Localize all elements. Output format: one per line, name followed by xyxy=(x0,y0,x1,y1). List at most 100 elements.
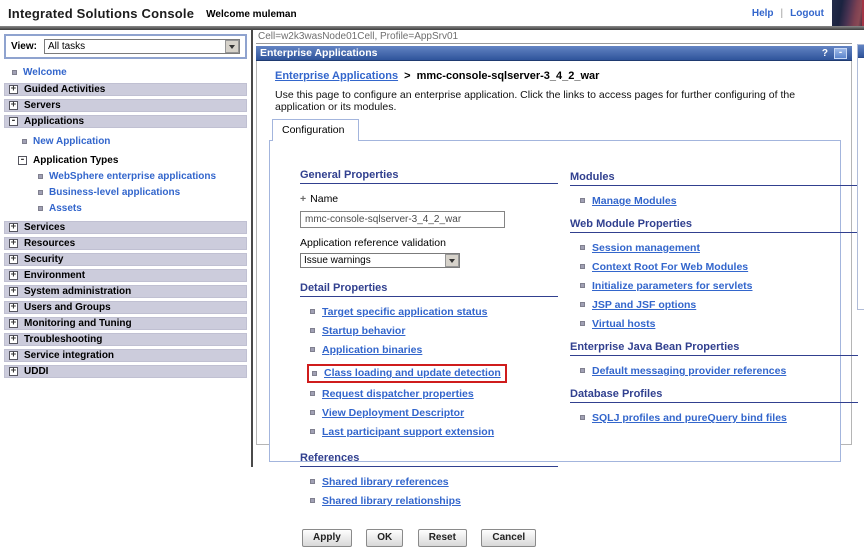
collapse-icon[interactable]: - xyxy=(18,156,27,165)
sidebar-section-services[interactable]: + Services xyxy=(4,221,247,234)
square-bullet-icon xyxy=(310,328,315,333)
sqlj-profiles-and-purequery-bind-files-link[interactable]: SQLJ profiles and pureQuery bind files xyxy=(592,412,787,424)
square-bullet-icon xyxy=(310,479,315,484)
class-loading-and-update-detection-link[interactable]: Class loading and update detection xyxy=(324,367,501,379)
jsp-and-jsf-options-link[interactable]: JSP and JSF options xyxy=(592,299,696,311)
expand-icon[interactable]: + xyxy=(9,367,18,376)
sidebar-section-label: Resources xyxy=(24,238,75,249)
square-bullet-icon xyxy=(12,70,17,75)
list-item[interactable]: Virtual hosts xyxy=(580,318,858,330)
sidebar-section-users-and-groups[interactable]: + Users and Groups xyxy=(4,301,247,314)
manage-modules-link[interactable]: Manage Modules xyxy=(592,195,677,207)
application-binaries-link[interactable]: Application binaries xyxy=(322,344,422,356)
sidebar-item-application-types[interactable]: - Application Types xyxy=(0,152,251,169)
view-select[interactable]: All tasks xyxy=(44,39,240,54)
view-deployment-descriptor-link[interactable]: View Deployment Descriptor xyxy=(322,407,464,419)
square-bullet-icon xyxy=(580,198,585,203)
expand-icon[interactable]: + xyxy=(9,303,18,312)
sidebar-item-new-application[interactable]: New Application xyxy=(0,133,251,152)
collapse-icon[interactable]: - xyxy=(9,117,18,126)
expand-icon[interactable]: + xyxy=(9,255,18,264)
sidebar-section-service-integration[interactable]: + Service integration xyxy=(4,349,247,362)
sidebar-section-security[interactable]: + Security xyxy=(4,253,247,266)
validation-select[interactable]: Issue warnings xyxy=(300,253,460,268)
virtual-hosts-link[interactable]: Virtual hosts xyxy=(592,318,655,330)
list-item[interactable]: Default messaging provider references xyxy=(580,365,858,377)
sidebar-item-assets[interactable]: Assets xyxy=(0,201,251,217)
list-item[interactable]: Initialize parameters for servlets xyxy=(580,280,858,292)
expand-icon[interactable]: + xyxy=(9,271,18,280)
startup-behavior-link[interactable]: Startup behavior xyxy=(322,325,405,337)
validation-field-label: Application reference validation xyxy=(300,237,558,249)
sidebar-section-troubleshooting[interactable]: + Troubleshooting xyxy=(4,333,247,346)
sidebar-item-welcome[interactable]: Welcome xyxy=(0,64,251,83)
sidebar-section-servers[interactable]: + Servers xyxy=(4,99,247,112)
list-item[interactable]: Context Root For Web Modules xyxy=(580,261,858,273)
list-item[interactable]: Session management xyxy=(580,242,858,254)
sidebar-item-label: WebSphere enterprise applications xyxy=(49,171,216,182)
ok-button[interactable]: OK xyxy=(366,529,403,547)
modules-heading: Modules xyxy=(570,171,858,186)
sidebar-section-monitoring-and-tuning[interactable]: + Monitoring and Tuning xyxy=(4,317,247,330)
expand-icon[interactable]: + xyxy=(9,239,18,248)
sidebar-section-guided-activities[interactable]: + Guided Activities xyxy=(4,83,247,96)
expand-icon[interactable]: + xyxy=(9,351,18,360)
validation-select-dropdown-button[interactable] xyxy=(445,254,459,267)
sidebar-section-resources[interactable]: + Resources xyxy=(4,237,247,250)
sidebar-section-environment[interactable]: + Environment xyxy=(4,269,247,282)
list-item[interactable]: Manage Modules xyxy=(580,195,858,207)
context-root-for-web-modules-link[interactable]: Context Root For Web Modules xyxy=(592,261,748,273)
tab-configuration[interactable]: Configuration xyxy=(272,119,359,141)
apply-button[interactable]: Apply xyxy=(302,529,352,547)
breadcrumb-parent-link[interactable]: Enterprise Applications xyxy=(275,70,398,82)
help-link[interactable]: Help xyxy=(752,8,774,19)
sidebar-section-label: Users and Groups xyxy=(24,302,111,313)
request-dispatcher-properties-link[interactable]: Request dispatcher properties xyxy=(322,388,474,400)
sidebar-item-websphere-enterprise-applications[interactable]: WebSphere enterprise applications xyxy=(0,169,251,185)
panel-minimize-icon[interactable]: - xyxy=(834,48,847,59)
expand-icon[interactable]: + xyxy=(9,335,18,344)
cancel-button[interactable]: Cancel xyxy=(481,529,536,547)
list-item[interactable]: Startup behavior xyxy=(310,325,558,337)
name-field[interactable] xyxy=(300,211,505,228)
shared-library-references-link[interactable]: Shared library references xyxy=(322,476,449,488)
list-item[interactable]: SQLJ profiles and pureQuery bind files xyxy=(580,412,858,424)
initialize-parameters-for-servlets-link[interactable]: Initialize parameters for servlets xyxy=(592,280,753,292)
list-item[interactable]: Shared library references xyxy=(310,476,558,488)
general-properties-heading: General Properties xyxy=(300,169,558,184)
expand-icon[interactable]: + xyxy=(9,85,18,94)
square-bullet-icon xyxy=(580,321,585,326)
sidebar-item-business-level-applications[interactable]: Business-level applications xyxy=(0,185,251,201)
sidebar-section-label: Applications xyxy=(24,116,84,127)
list-item[interactable]: Target specific application status xyxy=(310,306,558,318)
last-participant-support-extension-link[interactable]: Last participant support extension xyxy=(322,426,494,438)
navigation-sidebar: View: All tasks Welcome + Guided Activit… xyxy=(0,30,251,467)
list-item[interactable]: Last participant support extension xyxy=(310,426,558,438)
sidebar-section-uddi[interactable]: + UDDI xyxy=(4,365,247,378)
square-bullet-icon xyxy=(22,139,27,144)
expand-icon[interactable]: + xyxy=(9,101,18,110)
welcome-user-text: Welcome muleman xyxy=(206,9,296,20)
expand-icon[interactable]: + xyxy=(9,319,18,328)
expand-icon[interactable]: + xyxy=(9,287,18,296)
list-item[interactable]: JSP and JSF options xyxy=(580,299,858,311)
list-item[interactable]: Application binaries xyxy=(310,344,558,356)
right-column: Modules Manage Modules Web Module Proper… xyxy=(570,171,858,431)
cell-profile-context: Cell=w2k3wasNode01Cell, Profile=AppSrv01 xyxy=(256,30,852,44)
web-module-properties-heading: Web Module Properties xyxy=(570,218,858,233)
list-item[interactable]: View Deployment Descriptor xyxy=(310,407,558,419)
session-management-link[interactable]: Session management xyxy=(592,242,700,254)
sidebar-section-system-administration[interactable]: + System administration xyxy=(4,285,247,298)
list-item[interactable]: Shared library relationships xyxy=(310,495,558,507)
sidebar-section-applications[interactable]: - Applications xyxy=(4,115,247,128)
target-specific-application-status-link[interactable]: Target specific application status xyxy=(322,306,488,318)
panel-help-icon[interactable]: ? xyxy=(822,48,828,59)
view-select-dropdown-button[interactable] xyxy=(225,40,239,53)
expand-icon[interactable]: + xyxy=(9,223,18,232)
square-bullet-icon xyxy=(580,415,585,420)
reset-button[interactable]: Reset xyxy=(418,529,467,547)
default-messaging-provider-references-link[interactable]: Default messaging provider references xyxy=(592,365,786,377)
logout-link[interactable]: Logout xyxy=(790,8,824,19)
shared-library-relationships-link[interactable]: Shared library relationships xyxy=(322,495,461,507)
list-item[interactable]: Request dispatcher properties xyxy=(310,388,558,400)
